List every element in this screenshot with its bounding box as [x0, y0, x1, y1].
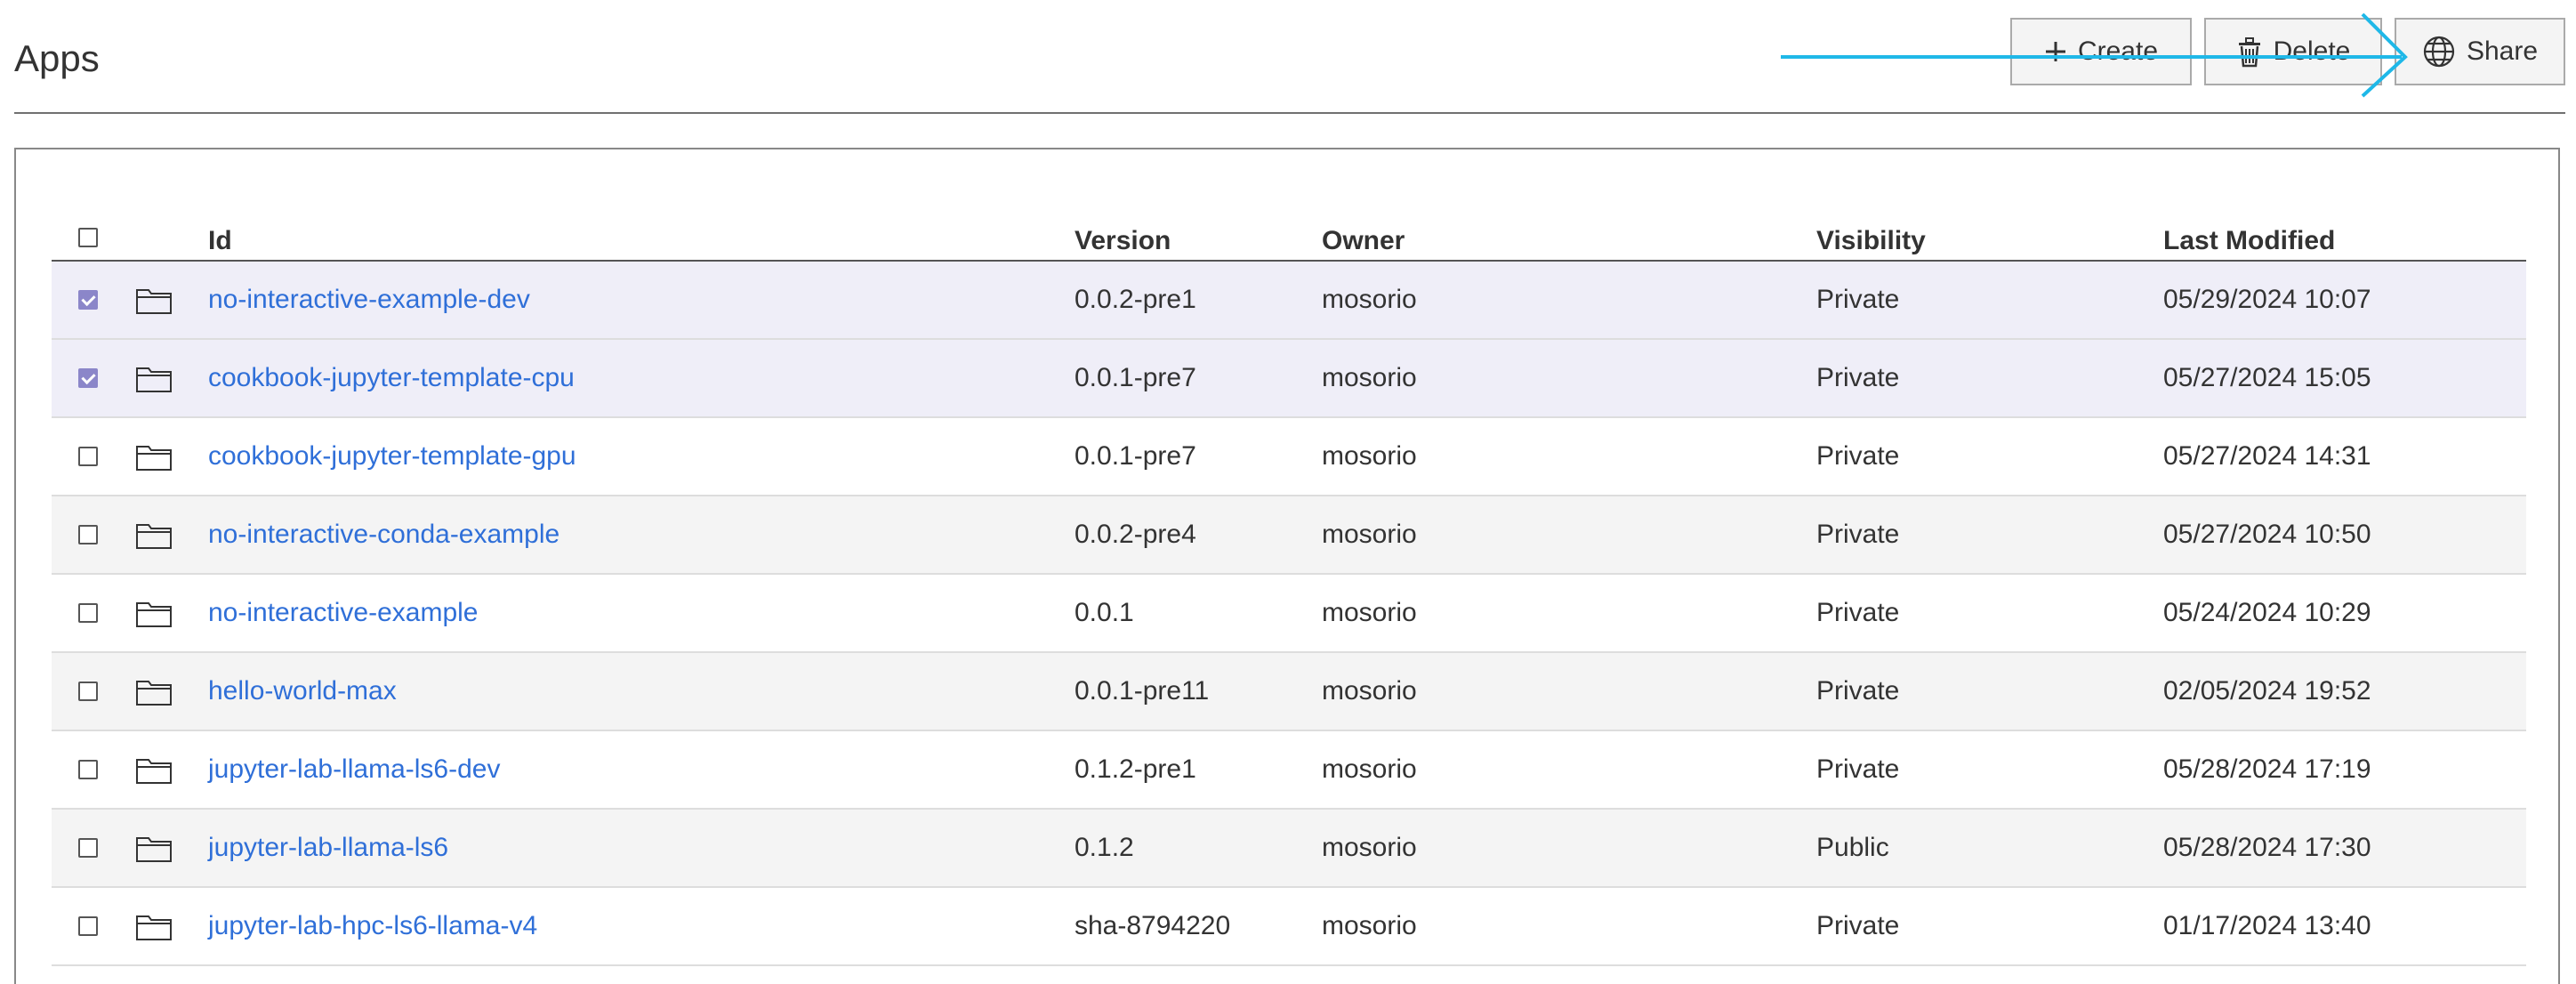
app-last-modified: 02/05/2024 19:52 [2163, 676, 2371, 706]
select-all-checkbox[interactable] [78, 228, 98, 247]
folder-icon [135, 365, 173, 398]
app-owner: mosorio [1322, 285, 1417, 314]
table-row[interactable]: jupyter-lab-llama-ls6 0.1.2 mosorio Publ… [52, 810, 2526, 888]
table-row[interactable]: jupyter-lab-hpc-ls6-llama-v4 sha-8794220… [52, 888, 2526, 966]
globe-icon [2422, 35, 2456, 69]
app-version: 0.0.1-pre7 [1075, 441, 1196, 471]
create-button[interactable]: Create [2010, 18, 2192, 85]
app-owner: mosorio [1322, 441, 1417, 471]
folder-icon [135, 913, 173, 946]
table-row[interactable]: cookbook-jupyter-template-cpu 0.0.1-pre7… [52, 340, 2526, 418]
folder-icon [135, 756, 173, 789]
folder-icon [135, 678, 173, 711]
app-version: 0.0.2-pre4 [1075, 520, 1196, 549]
app-version: 0.0.1 [1075, 598, 1134, 627]
app-visibility: Public [1816, 833, 1889, 862]
row-checkbox[interactable] [78, 916, 98, 936]
table-header: Id Version Owner Visibility Last Modifie… [52, 185, 2526, 262]
delete-button[interactable]: Delete [2204, 18, 2382, 85]
folder-icon [135, 286, 173, 319]
app-version: sha-8794220 [1075, 911, 1231, 940]
app-version: 0.0.2-pre1 [1075, 285, 1196, 314]
app-last-modified: 05/27/2024 14:31 [2163, 441, 2371, 471]
app-version: 0.0.1-pre11 [1075, 676, 1210, 706]
app-version: 0.1.2 [1075, 833, 1134, 862]
app-owner: mosorio [1322, 911, 1417, 940]
app-owner: mosorio [1322, 833, 1417, 862]
app-last-modified: 05/27/2024 15:05 [2163, 363, 2371, 392]
app-version: 0.0.1-pre7 [1075, 363, 1196, 392]
row-checkbox[interactable] [78, 838, 98, 858]
app-id-link[interactable]: jupyter-lab-hpc-ls6-llama-v4 [208, 888, 537, 964]
table-row[interactable]: no-interactive-conda-example 0.0.2-pre4 … [52, 496, 2526, 575]
apps-panel: Id Version Owner Visibility Last Modifie… [14, 148, 2560, 984]
app-id-link[interactable]: cookbook-jupyter-template-gpu [208, 418, 576, 495]
app-id-link[interactable]: cookbook-jupyter-template-cpu [208, 340, 575, 416]
app-owner: mosorio [1322, 363, 1417, 392]
folder-icon [135, 835, 173, 867]
table-row[interactable]: no-interactive-example 0.0.1 mosorio Pri… [52, 575, 2526, 653]
table-row[interactable]: hello-world-max 0.0.1-pre11 mosorio Priv… [52, 653, 2526, 731]
app-owner: mosorio [1322, 754, 1417, 784]
app-last-modified: 05/27/2024 10:50 [2163, 520, 2371, 549]
column-header-id[interactable]: Id [208, 226, 232, 256]
column-header-last-modified[interactable]: Last Modified [2163, 226, 2335, 256]
folder-icon [135, 443, 173, 476]
apps-table: Id Version Owner Visibility Last Modifie… [52, 185, 2526, 966]
toolbar: Create Delete Share [2010, 18, 2565, 85]
app-id-link[interactable]: jupyter-lab-llama-ls6 [208, 810, 448, 886]
create-button-label: Create [2077, 36, 2159, 66]
app-last-modified: 01/17/2024 13:40 [2163, 911, 2371, 940]
column-header-visibility[interactable]: Visibility [1816, 226, 1926, 256]
page-title: Apps [14, 37, 100, 79]
app-last-modified: 05/28/2024 17:30 [2163, 833, 2371, 862]
table-row[interactable]: cookbook-jupyter-template-gpu 0.0.1-pre7… [52, 418, 2526, 496]
share-button[interactable]: Share [2395, 18, 2565, 85]
app-visibility: Private [1816, 520, 1900, 549]
row-checkbox[interactable] [78, 290, 98, 310]
row-checkbox[interactable] [78, 447, 98, 466]
app-version: 0.1.2-pre1 [1075, 754, 1196, 784]
page-header: Apps Create Delete Share [14, 0, 2565, 114]
app-visibility: Private [1816, 285, 1900, 314]
app-visibility: Private [1816, 598, 1900, 627]
app-visibility: Private [1816, 676, 1900, 706]
app-visibility: Private [1816, 911, 1900, 940]
app-visibility: Private [1816, 441, 1900, 471]
app-last-modified: 05/28/2024 17:19 [2163, 754, 2371, 784]
folder-icon [135, 600, 173, 633]
delete-button-label: Delete [2273, 36, 2351, 66]
app-last-modified: 05/24/2024 10:29 [2163, 598, 2371, 627]
app-id-link[interactable]: jupyter-lab-llama-ls6-dev [208, 731, 500, 808]
app-visibility: Private [1816, 363, 1900, 392]
app-id-link[interactable]: no-interactive-example [208, 575, 478, 651]
app-id-link[interactable]: no-interactive-example-dev [208, 262, 530, 338]
row-checkbox[interactable] [78, 682, 98, 701]
app-owner: mosorio [1322, 520, 1417, 549]
trash-icon [2236, 36, 2263, 68]
share-button-label: Share [2466, 36, 2539, 66]
app-last-modified: 05/29/2024 10:07 [2163, 285, 2371, 314]
app-visibility: Private [1816, 754, 1900, 784]
table-row[interactable]: jupyter-lab-llama-ls6-dev 0.1.2-pre1 mos… [52, 731, 2526, 810]
table-row[interactable]: no-interactive-example-dev 0.0.2-pre1 mo… [52, 262, 2526, 340]
app-id-link[interactable]: no-interactive-conda-example [208, 496, 559, 573]
column-header-owner[interactable]: Owner [1322, 226, 1405, 256]
row-checkbox[interactable] [78, 760, 98, 779]
app-id-link[interactable]: hello-world-max [208, 653, 397, 730]
row-checkbox[interactable] [78, 603, 98, 623]
app-owner: mosorio [1322, 676, 1417, 706]
plus-icon [2044, 40, 2067, 63]
row-checkbox[interactable] [78, 368, 98, 388]
column-header-version[interactable]: Version [1075, 226, 1171, 256]
folder-icon [135, 521, 173, 554]
app-owner: mosorio [1322, 598, 1417, 627]
row-checkbox[interactable] [78, 525, 98, 544]
